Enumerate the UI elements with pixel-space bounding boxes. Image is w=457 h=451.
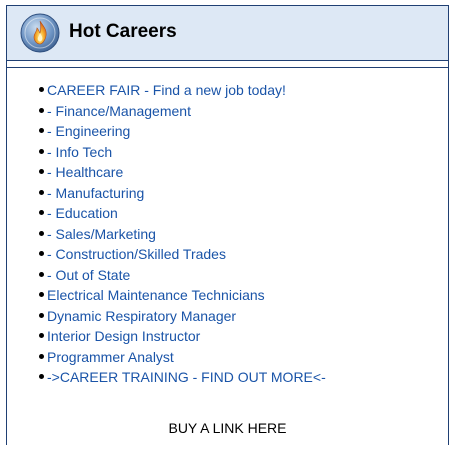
list-item: - Finance/Management <box>39 101 326 122</box>
flame-logo-icon <box>20 13 60 53</box>
out-of-state-link[interactable]: - Out of State <box>47 267 130 283</box>
info-tech-link[interactable]: - Info Tech <box>47 144 112 160</box>
electrical-maintenance-technicians-link[interactable]: Electrical Maintenance Technicians <box>47 287 265 303</box>
construction-skilled-trades-link[interactable]: - Construction/Skilled Trades <box>47 246 226 262</box>
bullet-icon <box>39 148 44 154</box>
engineering-link[interactable]: - Engineering <box>47 123 130 139</box>
healthcare-link[interactable]: - Healthcare <box>47 164 123 180</box>
bullet-icon <box>39 189 44 195</box>
list-item: Interior Design Instructor <box>39 326 326 347</box>
bullet-icon <box>39 312 44 318</box>
bullet-icon <box>39 333 44 338</box>
widget-header: Hot Careers <box>6 5 449 61</box>
finance-management-link[interactable]: - Finance/Management <box>47 103 191 119</box>
header-divider <box>7 67 448 68</box>
list-item: Dynamic Respiratory Manager <box>39 306 326 327</box>
buy-a-link-button[interactable]: BUY A LINK HERE <box>168 420 286 436</box>
bullet-icon <box>39 292 44 297</box>
list-item: - Education <box>39 203 326 224</box>
hot-careers-widget: Hot Careers CAREER FAIR - Find a new job… <box>6 5 449 445</box>
list-item: - Info Tech <box>39 142 326 163</box>
sales-marketing-link[interactable]: - Sales/Marketing <box>47 226 156 242</box>
bullet-icon <box>39 210 44 215</box>
bullet-icon <box>39 271 44 277</box>
manufacturing-link[interactable]: - Manufacturing <box>47 185 144 201</box>
bullet-icon <box>39 87 44 92</box>
careers-link-list: CAREER FAIR - Find a new job today! - Fi… <box>39 80 326 388</box>
list-item: ->CAREER TRAINING - FIND OUT MORE<- <box>39 367 326 388</box>
list-item: Electrical Maintenance Technicians <box>39 285 326 306</box>
list-item: - Engineering <box>39 121 326 142</box>
list-item: - Sales/Marketing <box>39 224 326 245</box>
career-training-link[interactable]: ->CAREER TRAINING - FIND OUT MORE<- <box>47 369 326 385</box>
list-item: - Healthcare <box>39 162 326 183</box>
bullet-icon <box>39 107 44 113</box>
list-item: CAREER FAIR - Find a new job today! <box>39 80 326 101</box>
bullet-icon <box>39 353 44 359</box>
bullet-icon <box>39 251 44 256</box>
programmer-analyst-link[interactable]: Programmer Analyst <box>47 349 174 365</box>
list-item: - Manufacturing <box>39 183 326 204</box>
bullet-icon <box>39 128 44 133</box>
interior-design-instructor-link[interactable]: Interior Design Instructor <box>47 328 200 344</box>
list-item: Programmer Analyst <box>39 347 326 368</box>
education-link[interactable]: - Education <box>47 205 118 221</box>
dynamic-respiratory-manager-link[interactable]: Dynamic Respiratory Manager <box>47 308 236 324</box>
bullet-icon <box>39 169 44 174</box>
widget-footer: BUY A LINK HERE <box>7 411 448 445</box>
widget-title: Hot Careers <box>69 21 177 42</box>
career-fair-link[interactable]: CAREER FAIR - Find a new job today! <box>47 82 286 98</box>
bullet-icon <box>39 374 44 379</box>
list-item: - Out of State <box>39 265 326 286</box>
bullet-icon <box>39 230 44 236</box>
list-item: - Construction/Skilled Trades <box>39 244 326 265</box>
